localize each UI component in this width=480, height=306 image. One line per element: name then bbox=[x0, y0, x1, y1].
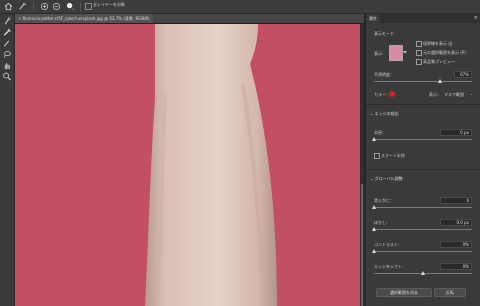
contrast-field[interactable]: 0% bbox=[440, 241, 472, 248]
tab-properties[interactable]: 属性 bbox=[366, 14, 380, 23]
properties-panel: 属性 ≡ 表示モード 表示： 境界線を表示 (J) 元の選択範囲を表示 (P) … bbox=[365, 14, 480, 306]
refine-edge-brush-tool-icon[interactable] bbox=[2, 28, 12, 37]
view-label: 表示： bbox=[374, 51, 386, 56]
invert-button[interactable]: 反転 bbox=[434, 288, 466, 297]
view-dropdown-arrow-icon[interactable] bbox=[403, 50, 407, 54]
scrollbar-thumb[interactable] bbox=[361, 184, 363, 306]
add-brush-mode-icon[interactable] bbox=[40, 2, 49, 11]
radius-field[interactable]: 0 px bbox=[440, 129, 472, 136]
smart-radius-label: スマート半径 bbox=[381, 153, 405, 158]
brush-tool-icon[interactable] bbox=[18, 2, 27, 11]
feather-label: ぼかし： bbox=[374, 220, 390, 225]
clear-selection-button[interactable]: 選択範囲を消去 bbox=[376, 288, 432, 297]
sample-all-layers-checkbox[interactable] bbox=[85, 3, 92, 10]
shift-edge-field[interactable]: 0% bbox=[440, 263, 472, 270]
contrast-label: コントラスト： bbox=[374, 242, 402, 247]
vertical-scrollbar[interactable] bbox=[360, 24, 364, 306]
radius-label: 半径： bbox=[374, 130, 386, 135]
home-icon[interactable] bbox=[4, 2, 13, 11]
smooth-slider-knob[interactable] bbox=[372, 205, 376, 209]
edge-detection-section[interactable]: ⌄ エッジの検出 bbox=[370, 111, 399, 116]
opacity-label: 不透明度： bbox=[374, 72, 394, 77]
feather-slider-knob[interactable] bbox=[372, 227, 376, 231]
smooth-field[interactable]: 0 bbox=[440, 197, 472, 204]
high-quality-preview-checkbox[interactable] bbox=[416, 59, 422, 65]
view-mode-header: 表示モード bbox=[374, 31, 394, 36]
overlay-color-swatch[interactable] bbox=[389, 91, 395, 97]
lasso-tool-icon[interactable] bbox=[2, 50, 12, 59]
subtract-brush-mode-icon[interactable] bbox=[52, 2, 61, 11]
display-select[interactable]: マスク範囲 bbox=[444, 92, 464, 97]
opacity-slider[interactable] bbox=[374, 79, 472, 83]
document-tab[interactable]: × florencia-potter-cf5F_ojxcrl-unsplash.… bbox=[15, 14, 153, 23]
view-mode-thumbnail[interactable] bbox=[389, 45, 403, 61]
document-tab-bar: × florencia-potter-cf5F_ojxcrl-unsplash.… bbox=[15, 14, 364, 24]
brush-tool-icon[interactable] bbox=[2, 39, 12, 48]
display-dropdown-arrow-icon[interactable]: ⌄ bbox=[470, 91, 473, 96]
forearm-photo bbox=[145, 24, 277, 306]
options-bar: 全レイヤーを対象 bbox=[0, 0, 480, 14]
opacity-field[interactable]: 67% bbox=[454, 71, 472, 78]
show-edges-label: 境界線を表示 (J) bbox=[423, 41, 453, 46]
canvas[interactable] bbox=[15, 24, 360, 306]
feather-field[interactable]: 0.0 px bbox=[440, 219, 472, 226]
color-label: カラー： bbox=[374, 92, 390, 97]
panel-tab-bar: 属性 ≡ bbox=[366, 14, 480, 23]
panel-menu-icon[interactable]: ≡ bbox=[474, 14, 478, 23]
show-original-label: 元の選択範囲を表示 (P) bbox=[423, 50, 466, 55]
radius-slider[interactable] bbox=[372, 137, 472, 141]
opacity-slider-knob[interactable] bbox=[437, 79, 442, 83]
radius-slider-knob[interactable] bbox=[372, 137, 376, 141]
smooth-label: 滑らかに： bbox=[374, 198, 394, 203]
feather-slider[interactable] bbox=[372, 227, 472, 231]
document-title: florencia-potter-cf5F_ojxcrl-unsplash.jp… bbox=[22, 16, 150, 21]
display-label: 表示： bbox=[429, 92, 441, 97]
smart-radius-checkbox[interactable] bbox=[374, 153, 380, 159]
hand-tool-icon[interactable] bbox=[2, 61, 12, 70]
smooth-slider[interactable] bbox=[372, 205, 472, 209]
high-quality-preview-label: 高品質プレビュー bbox=[423, 59, 455, 64]
shift-edge-label: エッジをシフト： bbox=[374, 264, 406, 269]
quick-selection-tool-icon[interactable] bbox=[2, 17, 12, 26]
global-refinements-section[interactable]: ⌄ グローバル調整 bbox=[370, 176, 403, 181]
toolbar bbox=[0, 14, 15, 306]
contrast-slider[interactable] bbox=[372, 249, 472, 253]
zoom-tool-icon[interactable] bbox=[2, 72, 12, 81]
brush-size-icon[interactable] bbox=[66, 2, 75, 11]
close-icon[interactable]: × bbox=[18, 16, 21, 21]
show-edges-checkbox[interactable] bbox=[416, 41, 422, 47]
contrast-slider-knob[interactable] bbox=[372, 249, 376, 253]
sample-all-layers-label: 全レイヤーを対象 bbox=[93, 2, 125, 7]
shift-edge-slider-knob[interactable] bbox=[421, 271, 425, 275]
shift-edge-slider[interactable] bbox=[374, 271, 472, 275]
show-original-checkbox[interactable] bbox=[416, 50, 422, 56]
